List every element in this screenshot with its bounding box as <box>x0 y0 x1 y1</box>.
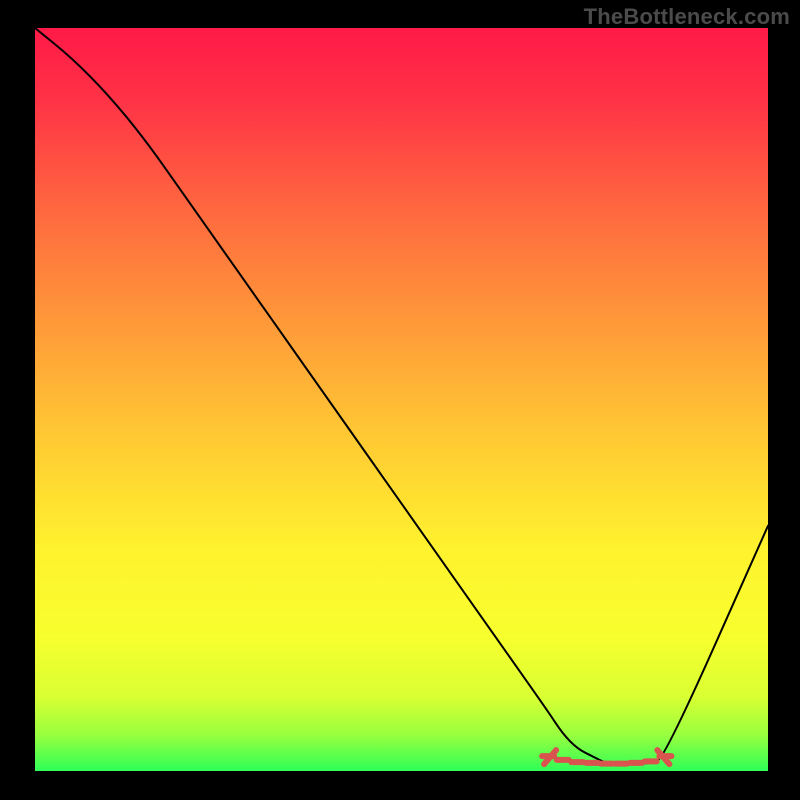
chart-container: TheBottleneck.com <box>0 0 800 800</box>
chart-svg <box>0 0 800 800</box>
watermark-text: TheBottleneck.com <box>584 4 790 30</box>
